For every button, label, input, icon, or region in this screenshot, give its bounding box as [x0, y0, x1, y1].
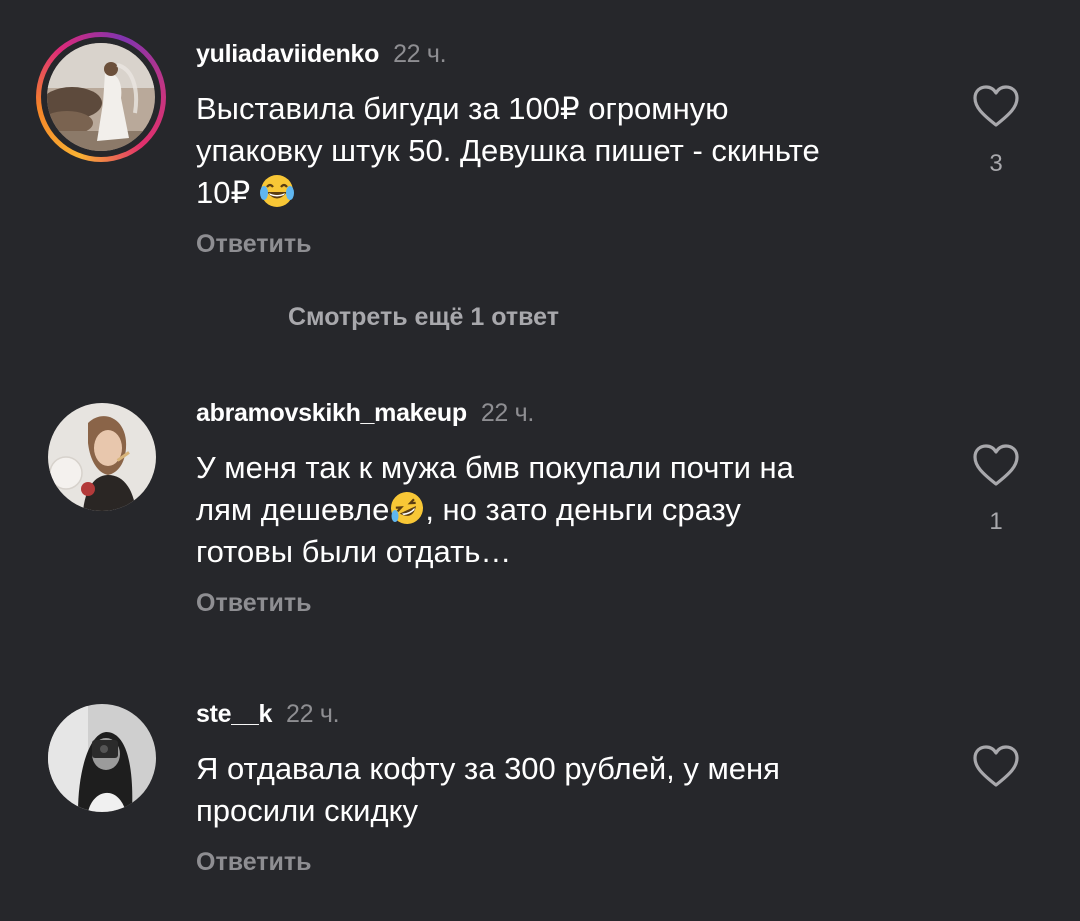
timestamp: 22 ч.	[286, 700, 340, 728]
comment-header: ste__k 22 ч.	[196, 700, 340, 729]
comment-text-line: Я отдавала кофту за 300 рублей, у меня	[196, 751, 780, 786]
heart-outline-icon[interactable]	[972, 443, 1020, 487]
avatar-photo	[47, 43, 155, 151]
rolling-on-floor-laughing-icon	[391, 492, 424, 524]
username[interactable]: abramovskikh_makeup	[196, 399, 467, 427]
reply-button[interactable]: Ответить	[196, 589, 312, 618]
avatar[interactable]	[48, 403, 156, 511]
like-count: 1	[989, 508, 1003, 535]
timestamp: 22 ч.	[393, 40, 447, 68]
comment-text-line: Выставила бигуди за 100₽ огромную	[196, 91, 729, 126]
heart-outline-icon[interactable]	[972, 84, 1020, 128]
comment-text-fragment: 10₽	[196, 175, 251, 210]
view-more-replies-button[interactable]: Смотреть ещё 1 ответ	[288, 303, 559, 332]
comment-header: abramovskikh_makeup 22 ч.	[196, 399, 534, 428]
comment-text-fragment: лям дешевле	[196, 492, 390, 527]
comment-text-line: 10₽	[196, 172, 916, 214]
like-count: 3	[989, 150, 1003, 177]
comment-text-fragment: , но зато деньги сразу	[425, 492, 741, 527]
timestamp: 22 ч.	[480, 399, 535, 427]
comment-text: Выставила бигуди за 100₽ огромную упаков…	[196, 88, 916, 214]
face-with-tears-of-joy-icon	[259, 175, 294, 207]
comment-text: Я отдавала кофту за 300 рублей, у меня п…	[196, 748, 916, 832]
avatar-ring-gap	[41, 37, 161, 157]
comment-text-line: У меня так к мужа бмв покупали почти на	[196, 450, 794, 485]
avatar-photo	[48, 403, 156, 511]
username[interactable]: yuliadaviidenko	[196, 40, 379, 68]
comment-text-line: упаковку штук 50. Девушка пишет - скиньт…	[196, 133, 820, 168]
comment-text-line: просили скидку	[196, 793, 418, 828]
comment-text: У меня так к мужа бмв покупали почти на …	[196, 447, 916, 573]
reply-button[interactable]: Ответить	[196, 848, 312, 877]
comment-header: yuliadaviidenko 22 ч.	[196, 40, 447, 69]
username[interactable]: ste__k	[196, 700, 272, 728]
avatar-photo	[48, 704, 156, 812]
comment-text-line: лям дешевле , но зато деньги сразу	[196, 489, 916, 531]
comment-text-line: готовы были отдать…	[196, 534, 512, 569]
avatar[interactable]	[48, 704, 156, 812]
avatar-story-ring[interactable]	[36, 32, 166, 162]
heart-outline-icon[interactable]	[972, 744, 1020, 788]
reply-button[interactable]: Ответить	[196, 230, 312, 259]
avatar	[47, 43, 155, 151]
